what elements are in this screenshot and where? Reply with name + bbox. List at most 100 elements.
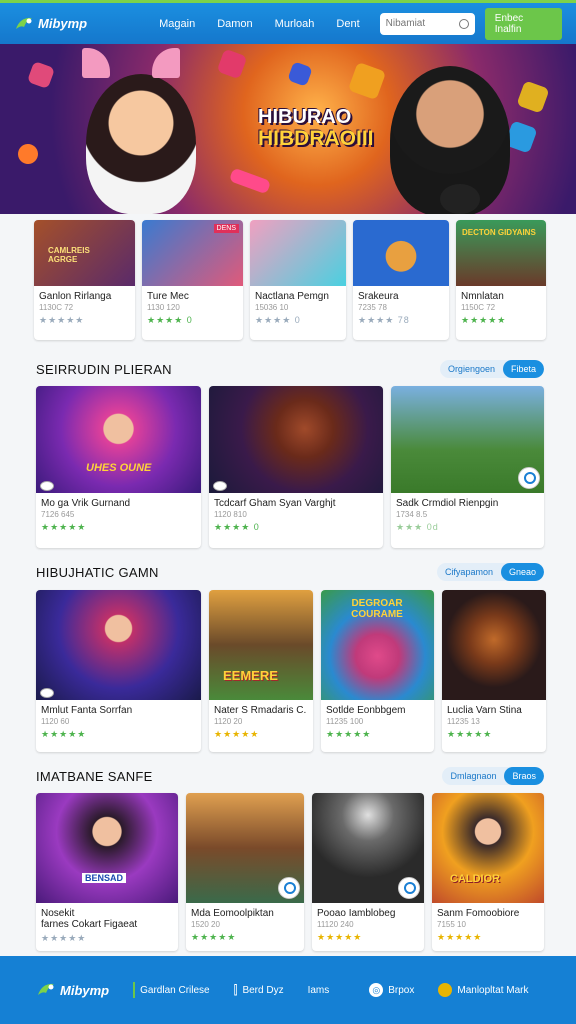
zoom-icon[interactable]: [398, 877, 420, 899]
footer-link[interactable]: ◎ Brpox: [369, 983, 414, 997]
game-title: Nosekit farnes Cokart Figaeat: [41, 908, 138, 930]
zoom-icon[interactable]: [278, 877, 300, 899]
game-card[interactable]: CAMLREIS AGRGE Ganlon Rirlanga 1130C 72 …: [34, 220, 135, 340]
rating-stars: ★★★★★: [214, 729, 260, 739]
game-meta: 15036 10: [255, 303, 289, 312]
game-meta: 1130 120: [147, 303, 180, 312]
controller-icon: [40, 481, 54, 491]
thumbnail-tag: DECTON GIDYAINS: [462, 228, 536, 237]
dice-decoration: [15, 141, 41, 167]
section-row: Mmlut Fanta Sorrfan 1120 60 ★★★★★ EEMERE…: [36, 590, 546, 752]
footer: Mibymp Gardlan Crilese ⫿ Berd Dyz Iams ◎…: [0, 956, 576, 1024]
game-card[interactable]: CALDIOR Sanm Fomoobiore 7155 10 ★★★★★: [432, 793, 544, 951]
game-card[interactable]: Pooao Iamblobeg 11120 240 ★★★★★: [312, 793, 424, 951]
search-input[interactable]: [385, 18, 456, 29]
dice-decoration: [216, 48, 248, 80]
game-thumbnail: [442, 590, 546, 700]
nav-link-2[interactable]: Damon: [217, 18, 252, 30]
rating-stars: ★★★★ 0: [214, 522, 260, 532]
section-row: UHES OUNE Mo ga Vrik Gurnand 7126 645 ★★…: [36, 386, 544, 548]
toggle-option-active[interactable]: Fibeta: [502, 360, 544, 378]
rating-stars: ★★★ 0d: [396, 522, 439, 532]
featured-row: CAMLREIS AGRGE Ganlon Rirlanga 1130C 72 …: [34, 220, 546, 340]
section-header: HIBUJHATIC GAMN Cifyapamon Gneao: [36, 563, 544, 581]
rating-stars: ★★★★★: [326, 729, 372, 739]
footer-link-label: Iams: [307, 984, 330, 996]
game-card[interactable]: DECTON GIDYAINS Nmnlatan 1150C 72 ★★★★★: [456, 220, 546, 340]
rating-stars: ★★★★★: [447, 729, 493, 739]
controller-icon: [40, 688, 54, 698]
toggle-option-active[interactable]: Gneao: [500, 563, 544, 581]
toggle-option[interactable]: Dmlagnaon: [442, 767, 504, 785]
game-card[interactable]: Luclia Varn Stina 11235 13 ★★★★★: [442, 590, 546, 752]
game-card[interactable]: DEGROAR COURAME Sotlde Eonbbgem 11235 10…: [321, 590, 434, 752]
nav-link-3[interactable]: Murloah: [275, 18, 315, 30]
nav-link-1[interactable]: Magain: [159, 18, 195, 30]
footer-link[interactable]: Manlopltat Mark: [438, 983, 529, 997]
toggle-option[interactable]: Orgiengoen: [440, 360, 503, 378]
game-thumbnail: CALDIOR: [432, 793, 544, 903]
game-title: Sanm Fomoobiore: [437, 908, 520, 919]
game-card[interactable]: Srakeura 7235 78 ★★★★ 78: [353, 220, 449, 340]
hero-banner[interactable]: HIBURAO HIBDRAOIII: [0, 44, 576, 214]
cat-ears-icon: [82, 48, 110, 78]
divider: [133, 982, 136, 998]
zoom-icon[interactable]: [518, 467, 540, 489]
search-box[interactable]: [379, 12, 475, 35]
footer-link[interactable]: ⫿ Berd Dyz: [234, 983, 284, 998]
game-meta: 1120 20: [214, 717, 243, 726]
toggle-option-active[interactable]: Braos: [504, 767, 544, 785]
game-card[interactable]: Nactlana Pemgn 15036 10 ★★★★ 0: [250, 220, 346, 340]
game-thumbnail: [353, 220, 449, 286]
section-header: SEIRRUDIN PLIERAN Orgiengoen Fibeta: [36, 360, 544, 378]
game-thumbnail: [250, 220, 346, 286]
game-card[interactable]: DENS Ture Mec 1130 120 ★★★★ 0: [142, 220, 243, 340]
brand-name: Mibymp: [38, 16, 88, 31]
controller-icon: [213, 481, 227, 491]
section-toggle: Orgiengoen Fibeta: [439, 360, 544, 378]
toggle-option[interactable]: Cifyapamon: [437, 563, 501, 581]
game-meta: 1734 8.5: [396, 510, 428, 519]
nav-link-4[interactable]: Dent: [336, 18, 359, 30]
dice-decoration: [26, 60, 56, 90]
footer-link[interactable]: Iams: [308, 985, 330, 996]
thumbnail-tag: BENSAD: [82, 873, 127, 883]
game-card[interactable]: UHES OUNE Mo ga Vrik Gurnand 7126 645 ★★…: [36, 386, 201, 548]
section-title: SEIRRUDIN PLIERAN: [36, 361, 172, 377]
rating-stars: ★★★★★: [437, 932, 483, 942]
rating-stars: ★★★★★: [41, 933, 87, 943]
signup-button[interactable]: Enbec Inalfin: [484, 7, 562, 40]
hero-title-line2: HIBDRAOIII: [258, 127, 374, 150]
game-thumbnail: DECTON GIDYAINS: [456, 220, 546, 286]
rating-stars: ★★★★ 0: [255, 315, 301, 325]
game-card[interactable]: BENSAD Nosekit farnes Cokart Figaeat ★★★…: [36, 793, 178, 951]
game-title: Mmlut Fanta Sorrfan: [41, 705, 133, 716]
rating-stars: ★★★★ 78: [358, 315, 410, 325]
game-thumbnail: CAMLREIS AGRGE: [34, 220, 135, 286]
game-card[interactable]: Mmlut Fanta Sorrfan 1120 60 ★★★★★: [36, 590, 201, 752]
section-title: IMATBANE SANFE: [36, 768, 153, 784]
game-card[interactable]: EEMERE Nater S Rmadaris C. 1120 20 ★★★★★: [209, 590, 313, 752]
game-thumbnail: [209, 386, 383, 493]
thumbnail-tag: CALDIOR: [450, 873, 501, 885]
game-thumbnail: [312, 793, 424, 903]
game-title: Nater S Rmadaris C.: [214, 705, 307, 716]
game-card[interactable]: Mda Eomoolpiktan 1520 20 ★★★★★: [186, 793, 304, 951]
section-header: IMATBANE SANFE Dmlagnaon Braos: [36, 767, 544, 785]
search-icon[interactable]: [458, 18, 469, 29]
game-card[interactable]: Sadk Crmdiol Rienpgin 1734 8.5 ★★★ 0d: [391, 386, 544, 548]
game-meta: 1130C 72: [39, 303, 74, 312]
game-title: Ture Mec: [147, 291, 189, 302]
hero-girl-character: [86, 74, 196, 214]
footer-link[interactable]: Gardlan Crilese: [133, 982, 210, 998]
thumbnail-tag: UHES OUNE: [86, 462, 152, 474]
game-card[interactable]: Tcdcarf Gham Syan Varghjt 1120 810 ★★★★ …: [209, 386, 383, 548]
footer-logo[interactable]: Mibymp: [36, 981, 109, 999]
game-title: Nactlana Pemgn: [255, 291, 329, 302]
brand-logo[interactable]: Mibymp: [14, 15, 87, 33]
game-thumbnail: BENSAD: [36, 793, 178, 903]
coin-icon: [438, 983, 453, 997]
top-nav: Mibymp Magain Damon Murloah Dent Enbec I…: [0, 0, 576, 44]
rating-stars: ★★★★ 0: [147, 315, 193, 325]
game-title: Pooao Iamblobeg: [317, 908, 396, 919]
